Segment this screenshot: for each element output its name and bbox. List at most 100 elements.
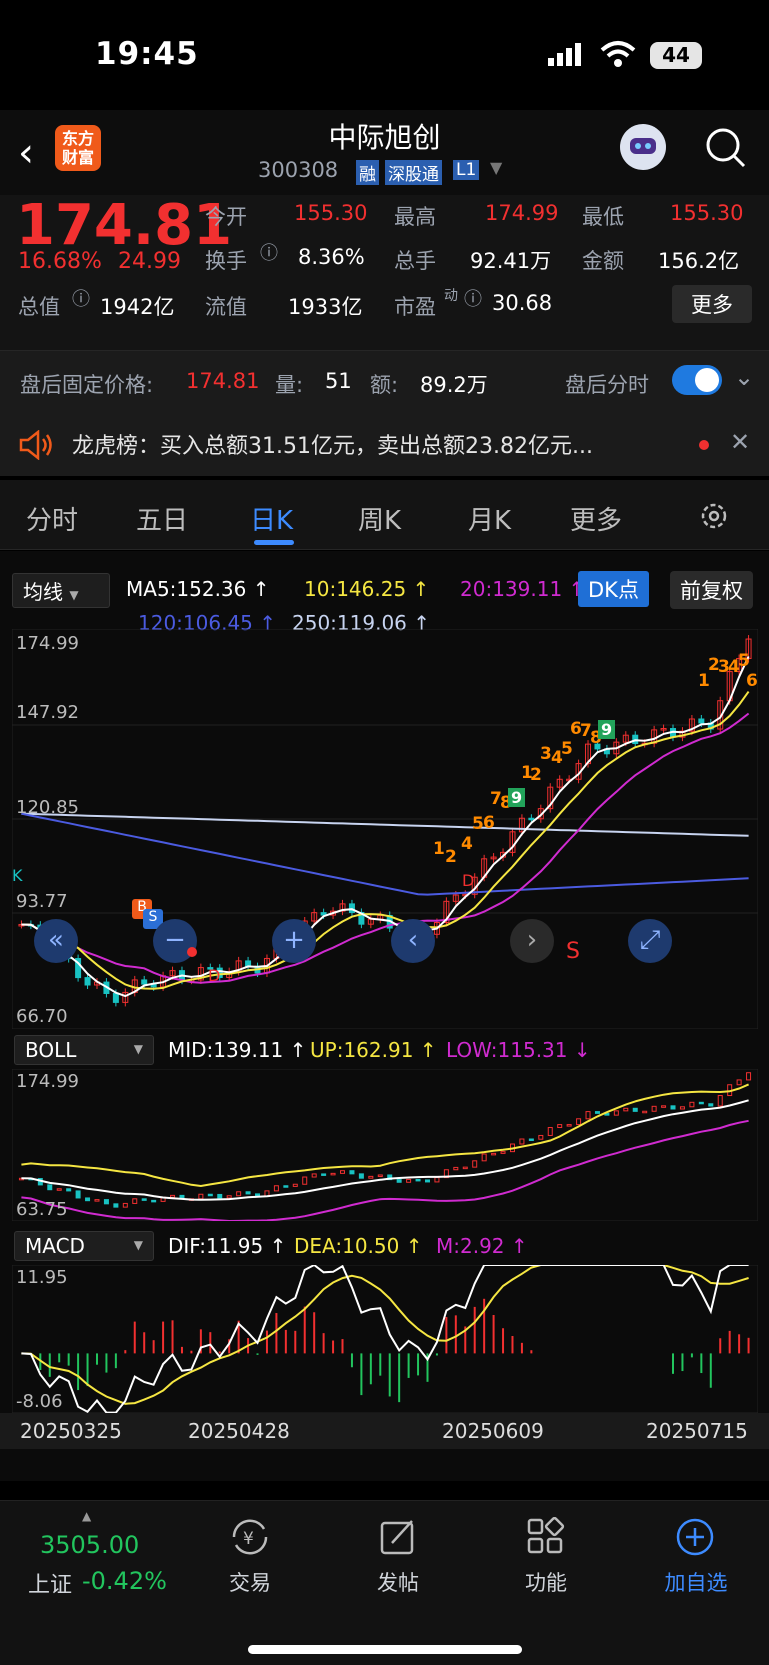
boll-candle <box>47 1184 53 1191</box>
candle <box>112 992 119 1003</box>
boll-candle <box>424 1179 430 1183</box>
nav-functions[interactable]: 功能 <box>504 1567 588 1597</box>
kline-chart[interactable] <box>12 629 758 1029</box>
macd-y-label-0: 11.95 <box>16 1267 68 1288</box>
home-indicator[interactable] <box>248 1645 522 1654</box>
boll-mid: MID:139.11 ↑ <box>168 1038 307 1062</box>
turnover-value: 8.36% <box>298 245 365 269</box>
move-right-icon[interactable]: › <box>510 919 554 963</box>
boll-candle <box>226 1195 232 1199</box>
compose-icon[interactable] <box>378 1517 418 1561</box>
chevron-down-icon[interactable]: ▼ <box>490 158 502 177</box>
info-icon[interactable]: ⓘ <box>260 239 278 265</box>
mktcap-value: 1942亿 <box>100 295 175 319</box>
close-icon[interactable]: ✕ <box>730 428 750 456</box>
info-icon[interactable]: ⓘ <box>72 285 90 311</box>
boll-candle <box>75 1190 81 1199</box>
boll-dropdown[interactable]: BOLL ▼ <box>14 1035 154 1065</box>
boll-candle <box>198 1193 204 1200</box>
volume-value: 92.41万 <box>470 249 552 273</box>
candle <box>141 979 148 985</box>
index-change[interactable]: -0.42% <box>82 1567 167 1595</box>
dk-button[interactable]: DK点 <box>578 571 649 607</box>
stock-code: 300308 <box>258 158 339 182</box>
boll-candle <box>557 1124 563 1129</box>
s-marker: S <box>566 939 580 964</box>
nav-trade[interactable]: 交易 <box>208 1567 292 1597</box>
after-hours-toggle[interactable] <box>672 365 722 395</box>
boll-candle <box>538 1134 544 1140</box>
boll-candle <box>283 1185 289 1188</box>
zoom-out-far-icon[interactable]: « <box>34 919 78 963</box>
trade-icon[interactable]: ¥ <box>228 1517 272 1561</box>
index-value[interactable]: 3505.00 <box>40 1531 139 1559</box>
ma5-value: MA5:152.36 ↑ <box>126 577 270 601</box>
boll-candle <box>585 1111 591 1120</box>
boll-candle <box>717 1095 723 1107</box>
fullscreen-icon[interactable]: ⤢ <box>628 919 672 963</box>
boll-candle <box>481 1153 487 1162</box>
turnover-label: 换手 <box>205 249 247 273</box>
index-name[interactable]: 上证 <box>28 1567 72 1599</box>
after-hours-amt-label: 额: <box>370 373 399 397</box>
nav-post[interactable]: 发帖 <box>356 1567 440 1597</box>
boll-low: LOW:115.31 ↓ <box>446 1038 591 1062</box>
tab-intraday[interactable]: 分时 <box>26 500 78 537</box>
boll-candle <box>566 1124 572 1127</box>
boll-candle <box>519 1138 525 1145</box>
tab-5day[interactable]: 五日 <box>136 500 188 537</box>
tab-weekly[interactable]: 周K <box>358 500 401 537</box>
nav-add-watchlist[interactable]: 加自选 <box>651 1567 741 1597</box>
macd-dropdown[interactable]: MACD ▼ <box>14 1231 154 1261</box>
sequence-marker: 5 <box>561 739 573 759</box>
boll-chart[interactable] <box>12 1069 758 1221</box>
search-icon[interactable] <box>704 126 748 174</box>
pe-label: 市盈 <box>394 295 436 319</box>
after-hours-price: 174.81 <box>186 369 260 393</box>
ma10-value: 10:146.25 ↑ <box>304 577 430 601</box>
boll-label: BOLL <box>25 1038 77 1062</box>
adjust-button[interactable]: 前复权 <box>670 571 753 609</box>
move-left-icon[interactable]: ‹ <box>391 919 435 963</box>
ma-indicator-dropdown[interactable]: 均线 ▼ <box>12 573 110 608</box>
macd-m: M:2.92 ↑ <box>436 1234 528 1258</box>
unread-dot <box>699 440 709 450</box>
boll-candle <box>236 1191 242 1197</box>
add-watchlist-icon[interactable] <box>675 1517 715 1561</box>
zoom-plus-icon[interactable]: + <box>272 919 316 963</box>
tab-daily[interactable]: 日K <box>250 500 293 537</box>
boll-candle <box>321 1173 327 1176</box>
after-hours-bar: 盘后固定价格: 174.81 量: 51 额: 89.2万 盘后分时 ⌄ <box>0 350 769 412</box>
volume-label: 总手 <box>394 249 436 273</box>
macd-chart[interactable] <box>12 1265 758 1413</box>
tab-monthly[interactable]: 月K <box>468 500 511 537</box>
change-amount: 24.99 <box>118 249 181 274</box>
boll-candle <box>122 1202 128 1208</box>
sequence-marker: 2 <box>530 765 542 785</box>
boll-candle <box>94 1199 100 1202</box>
chevron-down-icon[interactable]: ⌄ <box>734 363 754 391</box>
wifi-icon <box>600 40 636 72</box>
apps-icon[interactable] <box>526 1516 566 1561</box>
boll-candle <box>103 1199 109 1205</box>
boll-candle <box>547 1127 553 1136</box>
signal-icon <box>548 42 590 72</box>
period-tabs: 分时 五日 日K 周K 月K 更多 <box>0 480 769 550</box>
boll-up: UP:162.91 ↑ <box>310 1038 437 1062</box>
more-button[interactable]: 更多 <box>672 285 752 323</box>
candle <box>84 977 91 986</box>
kline-chart-area: 均线 ▼ MA5:152.36 ↑ 10:146.25 ↑ 20:139.11 … <box>0 551 769 1481</box>
info-icon[interactable]: ⓘ <box>464 285 482 311</box>
macd-label: MACD <box>25 1234 85 1258</box>
boll-candle <box>330 1172 336 1176</box>
boll-candle <box>66 1188 72 1192</box>
boll-candle <box>500 1151 506 1154</box>
boll-candle <box>736 1079 742 1086</box>
robot-assistant-icon[interactable] <box>620 124 666 170</box>
boll-candle <box>746 1072 752 1081</box>
tab-more[interactable]: 更多 <box>570 500 622 537</box>
open-value: 155.30 <box>294 201 368 225</box>
gear-icon[interactable] <box>698 500 730 536</box>
sequence-marker: 5 <box>738 651 750 671</box>
news-banner[interactable]: 龙虎榜：买入总额31.51亿元，卖出总额23.82亿元... ✕ <box>0 412 769 476</box>
